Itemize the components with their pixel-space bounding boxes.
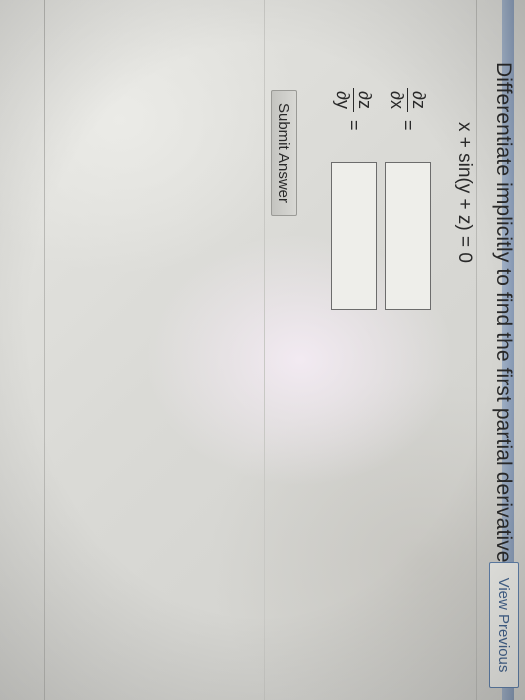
rotated-question-panel: Differentiate implicitly to find the fir…: [0, 0, 525, 700]
fraction-numerator: ∂z: [409, 91, 430, 109]
answer-input-dz-dx[interactable]: [386, 163, 430, 309]
partial-dz-dy-label: ∂z ∂y =: [333, 88, 376, 131]
view-previous-button[interactable]: View Previous: [489, 562, 519, 688]
question-prompt: Differentiate implicitly to find the fir…: [492, 62, 515, 620]
fraction-bar: [407, 88, 409, 112]
answer-input-dz-dy[interactable]: [332, 163, 376, 309]
fraction-denominator: ∂y: [333, 91, 354, 109]
partial-dz-dx-label: ∂z ∂x =: [387, 88, 430, 131]
fraction-denominator: ∂x: [387, 91, 408, 109]
answer-box-dz-dx[interactable]: [385, 162, 431, 310]
fraction: ∂z ∂x: [387, 88, 430, 112]
question-equation: x + sin(y + z) = 0: [454, 122, 475, 263]
fraction-bar: [353, 88, 355, 112]
equals-sign: =: [344, 120, 365, 131]
answer-box-dz-dy[interactable]: [331, 162, 377, 310]
equals-sign: =: [398, 120, 419, 131]
submit-answer-button[interactable]: Submit Answer: [271, 90, 297, 216]
fraction-numerator: ∂z: [355, 91, 376, 109]
fraction: ∂z ∂y: [333, 88, 376, 112]
